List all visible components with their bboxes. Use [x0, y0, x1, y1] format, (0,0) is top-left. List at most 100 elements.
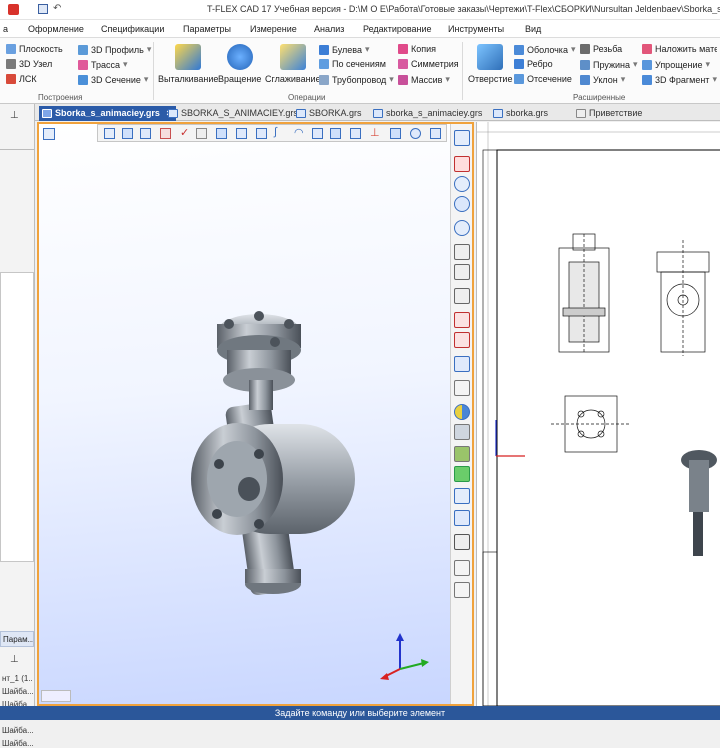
text-icon[interactable] — [454, 560, 470, 576]
menu-item-file[interactable]: а — [3, 24, 8, 34]
check-icon[interactable]: ✓ — [180, 126, 189, 139]
node-3d-button[interactable]: 3D Узел — [6, 59, 52, 69]
glasses-icon[interactable] — [454, 244, 470, 260]
group-ops-label: Операции — [288, 93, 326, 102]
zoom-out-icon[interactable] — [454, 220, 470, 236]
list-item[interactable]: Шайба... — [2, 687, 33, 696]
cube-icon[interactable] — [454, 356, 470, 372]
cube-outline-icon[interactable] — [454, 380, 470, 396]
spring-button[interactable]: Пружина ▾ — [580, 59, 638, 70]
menu-item-measurement[interactable]: Измерение — [250, 24, 297, 34]
loft-button[interactable]: По сечениям — [319, 59, 386, 69]
ruler-icon[interactable] — [454, 534, 470, 550]
tab-document[interactable]: SBORKA.grs — [293, 106, 366, 121]
face-icon[interactable] — [390, 128, 401, 139]
hole-button[interactable]: Отверстие — [468, 44, 512, 84]
pin-icon-2[interactable]: ⊥ — [10, 654, 19, 665]
zoom-window-icon[interactable] — [454, 196, 470, 212]
menu-item-tools[interactable]: Инструменты — [448, 24, 504, 34]
hole-icon — [477, 44, 504, 70]
glasses-icon-2[interactable] — [454, 264, 470, 280]
save-icon[interactable] — [38, 4, 48, 14]
menu-item-formatting[interactable]: Оформление — [28, 24, 84, 34]
thread-button[interactable]: Резьба — [580, 44, 622, 54]
array-button[interactable]: Массив ▾ — [398, 74, 450, 85]
symmetry-button[interactable]: Симметрия — [398, 59, 459, 69]
cut-button[interactable]: Отсечение — [514, 74, 572, 84]
edge-icon[interactable] — [256, 128, 267, 139]
pin-icon[interactable]: ⊥ — [10, 110, 19, 121]
bodies-icon[interactable] — [196, 128, 207, 139]
section-3d-button[interactable]: 3D Сечение ▾ — [78, 74, 148, 85]
view-tabs-bottom[interactable] — [41, 690, 71, 702]
tools-icon[interactable] — [454, 510, 470, 526]
fragment-3d-button[interactable]: 3D Фрагмент ▾ — [642, 74, 717, 85]
revolve-button[interactable]: Вращение — [218, 44, 261, 84]
zoom-icon[interactable] — [454, 176, 470, 192]
assembly-model[interactable] — [179, 284, 379, 604]
pipe-button[interactable]: Трубопровод ▾ — [319, 74, 394, 85]
tab-document[interactable]: SBORKA_S_ANIMACIEY.grs — [165, 106, 302, 121]
lcs-button[interactable]: ЛСК — [6, 74, 37, 84]
snap-icon[interactable] — [216, 128, 227, 139]
viewport-2d[interactable] — [476, 122, 720, 706]
drawing-sheet[interactable] — [477, 122, 720, 706]
tab-document[interactable]: sborka.grs — [490, 106, 552, 121]
copy-icon — [398, 44, 408, 54]
window-icon[interactable] — [454, 130, 470, 146]
check-red-icon-2[interactable] — [454, 332, 470, 348]
shell-button[interactable]: Оболочка ▾ — [514, 44, 575, 55]
filter-face-icon[interactable] — [160, 128, 171, 139]
cube-shaded-icon[interactable] — [454, 424, 470, 440]
menu-item-specifications[interactable]: Спецификации — [101, 24, 164, 34]
fillet-button[interactable]: Сглаживание — [265, 44, 321, 84]
menu-item-editing[interactable]: Редактирование — [363, 24, 432, 34]
rib-button[interactable]: Ребро — [514, 59, 553, 69]
menu-item-analysis[interactable]: Анализ — [314, 24, 344, 34]
cube-green-icon[interactable] — [454, 466, 470, 482]
loop-icon[interactable] — [410, 128, 421, 139]
glasses-icon-3[interactable] — [454, 288, 470, 304]
list-item[interactable]: Шайба... — [2, 726, 33, 735]
tab-document[interactable]: sborka_s_animaciey.grs — [370, 106, 486, 121]
tab-welcome[interactable]: Приветствие — [573, 106, 646, 121]
group-build-label: Построения — [38, 93, 83, 102]
axis-icon[interactable] — [312, 128, 323, 139]
text-icon-2[interactable] — [454, 582, 470, 598]
extrude-icon — [175, 44, 202, 70]
plane-button[interactable]: Плоскость — [6, 44, 63, 54]
undo-icon[interactable]: ↶ — [53, 3, 61, 14]
viewport-3d[interactable] — [37, 122, 474, 706]
filter-edge-icon[interactable] — [140, 128, 151, 139]
array-label: Массив — [411, 74, 443, 85]
pie-icon[interactable] — [454, 404, 470, 420]
curve-icon[interactable]: ∫ — [274, 126, 277, 138]
axes-icon[interactable]: ⊥ — [370, 126, 380, 139]
extrude-button[interactable]: Выталкивание — [158, 44, 218, 84]
panel-tab[interactable]: Парам... — [0, 631, 34, 647]
profile-3d-button[interactable]: 3D Профиль ▾ — [78, 44, 151, 55]
play-icon[interactable] — [454, 488, 470, 504]
select-filter-icon[interactable] — [104, 128, 115, 139]
boolean-button[interactable]: Булева ▾ — [319, 44, 369, 55]
model-tree-icon[interactable] — [43, 128, 55, 140]
apply-material-button[interactable]: Наложить матер — [642, 44, 717, 54]
filter-icon[interactable] — [122, 128, 133, 139]
body-icon[interactable] — [350, 128, 361, 139]
node-icon[interactable] — [430, 128, 441, 139]
arc-icon[interactable]: ◠ — [294, 126, 304, 139]
menu-item-parameters[interactable]: Параметры — [183, 24, 231, 34]
path-button[interactable]: Трасса ▾ — [78, 59, 128, 70]
menu-item-view[interactable]: Вид — [525, 24, 541, 34]
plane-icon[interactable] — [330, 128, 341, 139]
list-item[interactable]: Шайба... — [2, 739, 33, 748]
list-item[interactable]: нт_1 (1... — [2, 674, 33, 683]
cube-color-icon[interactable] — [454, 446, 470, 462]
tab-active[interactable]: Sborka_s_animaciey.grs × — [39, 106, 176, 121]
check-red-icon[interactable] — [454, 312, 470, 328]
vertex-icon[interactable] — [236, 128, 247, 139]
copy-button[interactable]: Копия — [398, 44, 436, 54]
draft-button[interactable]: Уклон ▾ — [580, 74, 625, 85]
magnet-icon[interactable] — [454, 156, 470, 172]
simplify-button[interactable]: Упрощение ▾ — [642, 59, 710, 70]
